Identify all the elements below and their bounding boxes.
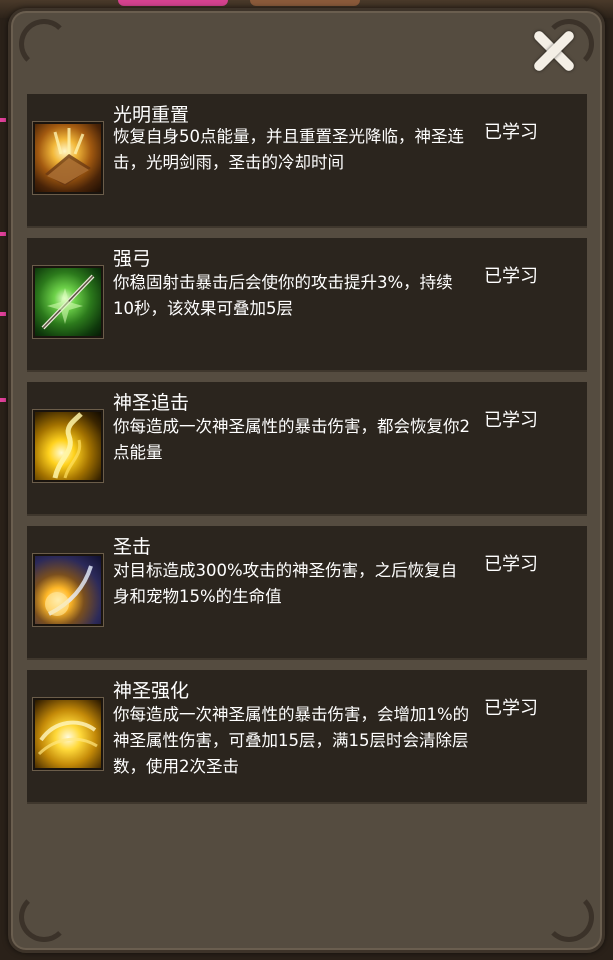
skill-name: 神圣强化 (113, 680, 190, 702)
skill-row-holy-pursuit[interactable]: 神圣追击 你每造成一次神圣属性的暴击伤害，都会恢复你2点能量 已学习 (27, 382, 587, 516)
skill-name: 圣击 (113, 536, 152, 558)
skill-name: 强弓 (113, 248, 152, 270)
light-reset-icon (33, 122, 103, 194)
skill-status: 已学习 (484, 266, 538, 287)
holy-pursuit-icon (33, 410, 103, 482)
background-marker (0, 398, 6, 402)
skill-name: 神圣追击 (113, 392, 190, 414)
holy-strike-icon (33, 554, 103, 626)
background-tab (118, 0, 228, 6)
skill-row-holy-empower[interactable]: 神圣强化 你每造成一次神圣属性的暴击伤害，会增加1%的神圣属性伤害，可叠加15层… (27, 670, 587, 804)
skill-status: 已学习 (484, 554, 538, 575)
skill-status: 已学习 (484, 410, 538, 431)
skill-status: 已学习 (484, 122, 538, 143)
skill-description: 你稳固射击暴击后会使你的攻击提升3%，持续10秒，该效果可叠加5层 (113, 273, 453, 318)
skill-description: 对目标造成300%攻击的神圣伤害，之后恢复自身和宠物15%的生命值 (113, 561, 458, 606)
corner-ornament (19, 892, 69, 942)
holy-empower-icon (33, 698, 103, 770)
background-marker (0, 312, 6, 316)
skill-row-strong-bow[interactable]: 强弓 你稳固射击暴击后会使你的攻击提升3%，持续10秒，该效果可叠加5层 已学习 (27, 238, 587, 372)
skill-status: 已学习 (484, 698, 538, 719)
skill-description: 你每造成一次神圣属性的暴击伤害，会增加1%的神圣属性伤害，可叠加15层，满15层… (113, 705, 470, 776)
strong-bow-icon (33, 266, 103, 338)
skill-description: 你每造成一次神圣属性的暴击伤害，都会恢复你2点能量 (113, 417, 470, 462)
skill-row-light-reset[interactable]: 光明重置 恢复自身50点能量，并且重置圣光降临，神圣连击，光明剑雨，圣击的冷却时… (27, 94, 587, 228)
background-tab (250, 0, 360, 6)
background-marker (0, 118, 6, 122)
corner-ornament (19, 19, 69, 69)
background-marker (0, 232, 6, 236)
close-button[interactable] (524, 22, 584, 82)
skill-row-holy-strike[interactable]: 圣击 对目标造成300%攻击的神圣伤害，之后恢复自身和宠物15%的生命值 已学习 (27, 526, 587, 660)
corner-ornament (544, 892, 594, 942)
skill-name: 光明重置 (113, 104, 190, 126)
skill-description: 恢复自身50点能量，并且重置圣光降临，神圣连击，光明剑雨，圣击的冷却时间 (113, 127, 464, 172)
